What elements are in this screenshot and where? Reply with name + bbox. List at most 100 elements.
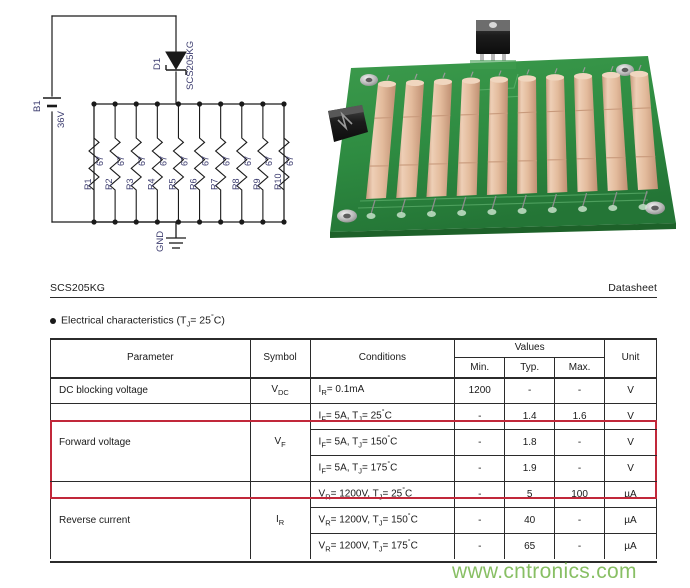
cell-typ: 5 [504, 481, 556, 507]
cell-symbol: IR [249, 481, 311, 559]
junction-dot [133, 101, 139, 107]
cell-max: - [554, 455, 606, 481]
col-header-values: Values [454, 338, 606, 357]
battery-ref-label: B1 [32, 100, 43, 112]
cell-conditions: IR= 0.1mA [309, 377, 456, 403]
resistor-ref-label: R10 [273, 173, 283, 190]
table-row-divider [50, 403, 657, 404]
pcb-resistor-cap [518, 75, 536, 82]
electrical-characteristics-table: Parameter Symbol Conditions Values Unit … [50, 338, 657, 559]
table-header-row-top: Parameter Symbol Conditions Values Unit [50, 338, 657, 377]
cell-typ: 1.9 [504, 455, 556, 481]
col-header-typ: Typ. [504, 357, 556, 377]
junction-dot [112, 101, 118, 107]
resistor-ref-label: R6 [189, 178, 199, 190]
table-row: DC blocking voltage VDC IR= 0.1mA 1200- - V [50, 377, 657, 403]
col-header-conditions: Conditions [309, 338, 456, 377]
pcb-resistor-band [632, 107, 652, 110]
resistor-ref-label: R3 [125, 178, 135, 190]
resistor-value-label: 67 [243, 156, 253, 166]
cell-conditions: IF= 5A, TJ= 175°C [309, 455, 456, 481]
pcb-resistor-band [489, 112, 508, 115]
pcb-resistor-cap [434, 78, 452, 85]
resistor-value-label: 67 [264, 156, 274, 166]
junction-dot [281, 219, 287, 225]
pcb-resistor [546, 76, 568, 193]
cell-min: - [454, 429, 506, 455]
table-row-divider [310, 507, 657, 508]
pcb-resistor-band [431, 114, 451, 117]
cell-min: 1200 [454, 377, 506, 403]
pcb-resistor-band [546, 110, 566, 113]
cell-parameter: DC blocking voltage [50, 377, 251, 403]
resistor-value-label: 67 [95, 156, 105, 166]
battery-symbol [43, 97, 61, 108]
cell-typ: 40 [504, 507, 556, 533]
col-header-parameter: Parameter [50, 338, 251, 377]
pcb-solder-pad [366, 213, 376, 219]
pcb-resistor-cap [546, 74, 564, 81]
pcb-solder-pad [457, 210, 467, 216]
pcb-resistor-cap [574, 73, 592, 80]
bullet-icon [50, 318, 56, 325]
cell-min: - [454, 507, 506, 533]
pcb-solder-pad [487, 209, 497, 215]
cell-parameter: Reverse current [50, 481, 251, 559]
table-row-divider [310, 429, 657, 430]
resistor-value-label: 67 [222, 156, 232, 166]
pcb-photo [318, 8, 690, 270]
pcb-resistor-band [403, 115, 422, 118]
junction-dot [239, 219, 245, 225]
resistor-value-label: 67 [116, 156, 126, 166]
resistor-value-label: 67 [285, 156, 295, 166]
cell-conditions: VR= 1200V, TJ= 150°C [309, 507, 456, 533]
site-watermark: www.cntronics.com [452, 560, 637, 583]
pcb-solder-pad [578, 206, 588, 212]
pcb-resistor [517, 77, 538, 194]
pcb-resistor-cap [630, 70, 648, 78]
top-illustration-area: B1 36V D1 SCS205KG R1 67 R2 67 R3 67 R4 67 R5 67 R… [0, 0, 690, 272]
cell-conditions: IF= 5A, TJ= 25°C [309, 403, 456, 429]
table-body: DC blocking voltage VDC IR= 0.1mA 1200- - V Fo… [50, 377, 657, 559]
cell-max: - [554, 429, 606, 455]
junction-dot [133, 219, 139, 225]
diode-part-label: SCS205KG [185, 41, 196, 90]
junction-dot [218, 219, 224, 225]
resistor-ladder: R167R267R367R467R567R667R767R867R967R106… [83, 104, 295, 222]
resistor-ref-label: R5 [167, 178, 177, 190]
table-row-divider [50, 481, 657, 482]
cell-min: - [454, 455, 506, 481]
cell-typ: - [504, 377, 556, 403]
pcb-resistor-cap [406, 79, 424, 87]
junction-dot [154, 219, 160, 225]
junction-dot [91, 219, 97, 225]
diode-ref-label: D1 [152, 58, 163, 70]
datasheet-document: SCS205KG Datasheet Electrical characteri… [0, 272, 690, 588]
pcb-resistor [486, 78, 508, 195]
battery-value-label: 36V [56, 110, 67, 128]
resistor-value-label: 67 [179, 156, 189, 166]
cell-typ: 1.8 [504, 429, 556, 455]
table-row-divider [310, 533, 657, 534]
cell-conditions: VR= 1200V, TJ= 175°C [309, 533, 456, 559]
junction-dot [112, 219, 118, 225]
cell-typ: 65 [504, 533, 556, 559]
pcb-solder-pad [426, 211, 436, 217]
resistor-value-label: 67 [158, 156, 168, 166]
junction-dot [91, 101, 97, 107]
cell-unit: V [604, 455, 657, 481]
cell-max: - [554, 377, 606, 403]
resistor-value-label: 67 [137, 156, 147, 166]
section-title-text: Electrical characteristics (TJ= 25°C) [61, 314, 225, 329]
junction-dot [196, 219, 203, 225]
circuit-schematic: B1 36V D1 SCS205KG R1 67 R2 67 R3 67 R4 67 R5 67 R… [0, 0, 320, 272]
junction-dot [281, 101, 287, 107]
junction-dot [218, 101, 224, 107]
cell-max: - [554, 533, 606, 559]
table-row: Reverse current IR VR= 1200V, TJ= 25°C -5 10… [50, 481, 657, 559]
resistor-ref-label: R2 [104, 178, 114, 190]
pcb-resistor-band [374, 116, 394, 119]
junction-dot [260, 101, 266, 107]
cell-unit: V [604, 429, 657, 455]
document-type-label: Datasheet [608, 282, 657, 294]
